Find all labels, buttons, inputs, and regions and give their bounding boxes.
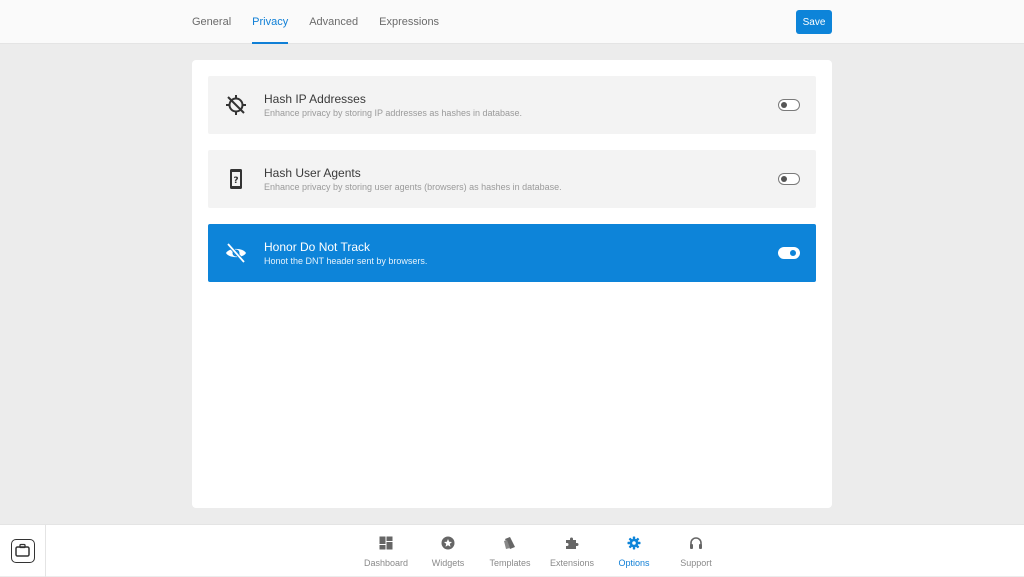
setting-description: Enhance privacy by storing IP addresses …	[264, 108, 522, 118]
toggle-knob	[781, 101, 787, 108]
settings-tabs: General Privacy Advanced Expressions	[192, 0, 439, 44]
setting-description: Honot the DNT header sent by browsers.	[264, 256, 428, 266]
widgets-star-icon	[441, 536, 455, 550]
tab-general[interactable]: General	[192, 0, 231, 44]
headphones-icon	[690, 537, 702, 549]
nav-options[interactable]: Options	[603, 525, 665, 577]
bottom-nav: Dashboard Widgets Templates Extensions O…	[355, 525, 727, 577]
app-logo[interactable]	[0, 525, 46, 577]
setting-title: Honor Do Not Track	[264, 240, 371, 254]
nav-label: Dashboard	[363, 558, 409, 568]
tab-privacy[interactable]: Privacy	[252, 0, 289, 44]
gps-off-icon	[224, 93, 248, 117]
nav-extensions[interactable]: Extensions	[541, 525, 603, 577]
hash-ip-toggle[interactable]	[778, 99, 800, 111]
toggle-knob	[781, 175, 787, 182]
svg-text:?: ?	[233, 176, 238, 186]
nav-label: Extensions	[549, 558, 595, 568]
setting-hash-ip[interactable]: Hash IP Addresses Enhance privacy by sto…	[208, 76, 816, 134]
device-unknown-icon: ?	[224, 167, 248, 191]
setting-title: Hash IP Addresses	[264, 92, 366, 106]
puzzle-icon	[566, 537, 579, 549]
nav-label: Widgets	[431, 558, 465, 568]
setting-honor-dnt[interactable]: Honor Do Not Track Honot the DNT header …	[208, 224, 816, 282]
save-button[interactable]: Save	[796, 10, 832, 34]
nav-support[interactable]: Support	[665, 525, 727, 577]
tab-expressions[interactable]: Expressions	[379, 0, 439, 44]
eye-off-icon	[224, 241, 248, 265]
honor-dnt-toggle[interactable]	[778, 247, 800, 259]
bottom-bar: Dashboard Widgets Templates Extensions O…	[0, 524, 1024, 577]
tab-advanced[interactable]: Advanced	[309, 0, 358, 44]
top-bar: General Privacy Advanced Expressions Sav…	[0, 0, 1024, 44]
nav-templates[interactable]: Templates	[479, 525, 541, 577]
dashboard-icon	[379, 536, 393, 550]
nav-dashboard[interactable]: Dashboard	[355, 525, 417, 577]
gear-icon	[627, 536, 641, 550]
templates-icon	[504, 537, 515, 549]
hash-user-agents-toggle[interactable]	[778, 173, 800, 185]
nav-label: Templates	[489, 558, 531, 568]
nav-label: Support	[680, 558, 712, 568]
toggle-knob	[790, 249, 796, 256]
privacy-settings-panel: Hash IP Addresses Enhance privacy by sto…	[192, 60, 832, 508]
setting-description: Enhance privacy by storing user agents (…	[264, 182, 562, 192]
nav-label: Options	[618, 558, 650, 568]
setting-title: Hash User Agents	[264, 166, 361, 180]
setting-hash-user-agents[interactable]: ? Hash User Agents Enhance privacy by st…	[208, 150, 816, 208]
briefcase-icon	[11, 539, 35, 563]
nav-widgets[interactable]: Widgets	[417, 525, 479, 577]
